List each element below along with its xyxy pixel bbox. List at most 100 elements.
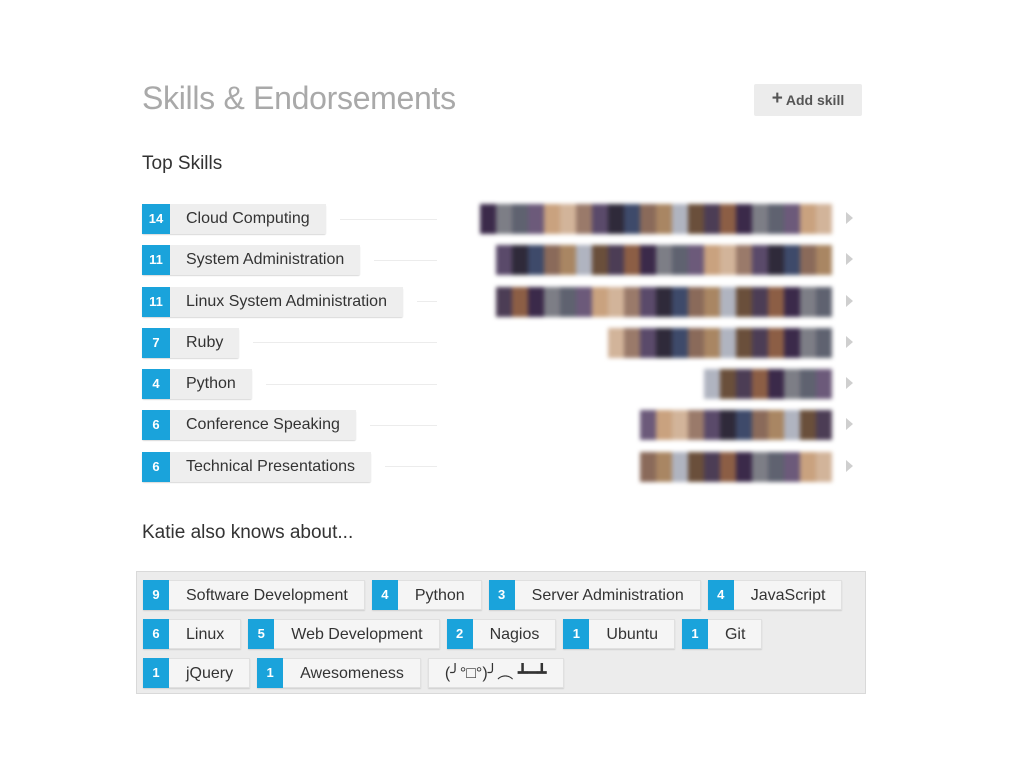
avatar[interactable] [752, 204, 768, 234]
avatar[interactable] [624, 327, 640, 358]
avatar[interactable] [816, 410, 832, 441]
avatar[interactable] [752, 245, 768, 276]
avatar[interactable] [704, 286, 720, 317]
skill-name[interactable]: Python [397, 580, 482, 610]
endorsement-count[interactable]: 11 [142, 286, 170, 317]
avatar[interactable] [608, 204, 624, 234]
avatar[interactable] [576, 286, 592, 317]
avatar[interactable] [512, 204, 528, 234]
avatar[interactable] [752, 451, 768, 482]
avatar[interactable] [640, 245, 656, 276]
skill-pill[interactable]: 11 System Administration [142, 245, 361, 276]
avatar[interactable] [736, 286, 752, 317]
avatar[interactable] [720, 286, 736, 317]
avatar[interactable] [784, 204, 800, 234]
avatar[interactable] [816, 245, 832, 276]
avatar[interactable] [656, 245, 672, 276]
avatar[interactable] [800, 286, 816, 317]
avatar[interactable] [720, 369, 736, 400]
avatar[interactable] [736, 410, 752, 441]
avatar[interactable] [560, 204, 576, 234]
avatar[interactable] [544, 245, 560, 276]
skill-tag[interactable]: 6 Linux [143, 619, 242, 649]
endorsement-count[interactable]: 3 [488, 580, 515, 610]
avatar[interactable] [752, 410, 768, 441]
avatar[interactable] [496, 204, 512, 234]
avatar[interactable] [560, 286, 576, 317]
avatar[interactable] [528, 204, 544, 234]
endorser-avatars[interactable] [640, 451, 832, 482]
skill-name[interactable]: Software Development [169, 580, 365, 610]
avatar[interactable] [576, 245, 592, 276]
avatar[interactable] [512, 245, 528, 276]
avatar[interactable] [704, 369, 720, 400]
avatar[interactable] [496, 245, 512, 276]
avatar[interactable] [784, 451, 800, 482]
avatar[interactable] [560, 245, 576, 276]
avatar[interactable] [672, 245, 688, 276]
avatar[interactable] [752, 369, 768, 400]
skill-name[interactable]: Cloud Computing [170, 204, 326, 234]
avatar[interactable] [736, 204, 752, 234]
chevron-right-icon[interactable] [846, 335, 853, 348]
avatar[interactable] [720, 451, 736, 482]
avatar[interactable] [656, 327, 672, 358]
skill-name[interactable]: Nagios [472, 619, 557, 649]
endorsement-count[interactable]: 4 [707, 580, 734, 610]
avatar[interactable] [736, 369, 752, 400]
skill-pill[interactable]: 6 Conference Speaking [142, 410, 356, 441]
endorsement-count[interactable]: 4 [142, 369, 170, 400]
skill-name[interactable]: Awesomeness [283, 658, 421, 688]
avatar[interactable] [640, 410, 656, 441]
skill-tag[interactable]: 1 Git [681, 619, 763, 649]
avatar[interactable] [768, 410, 784, 441]
skill-name[interactable]: (╯°□°)╯︵ ┻━┻ [427, 658, 564, 688]
endorsement-count[interactable]: 14 [142, 204, 170, 234]
skill-name[interactable]: jQuery [169, 658, 251, 688]
avatar[interactable] [688, 451, 704, 482]
avatar[interactable] [624, 286, 640, 317]
avatar[interactable] [704, 410, 720, 441]
avatar[interactable] [544, 286, 560, 317]
endorsement-count[interactable]: 6 [142, 451, 170, 482]
skill-name[interactable]: System Administration [170, 245, 361, 276]
skill-pill[interactable]: 6 Technical Presentations [142, 451, 371, 482]
skill-tag[interactable]: (╯°□°)╯︵ ┻━┻ [427, 658, 564, 688]
avatar[interactable] [784, 327, 800, 358]
avatar[interactable] [768, 369, 784, 400]
skill-name[interactable]: Web Development [274, 619, 440, 649]
skill-tag[interactable]: 4 Python [371, 580, 482, 610]
avatar[interactable] [800, 327, 816, 358]
avatar[interactable] [720, 204, 736, 234]
endorser-avatars[interactable] [496, 286, 832, 317]
skill-name[interactable]: Server Administration [514, 580, 701, 610]
endorsement-count[interactable]: 4 [371, 580, 398, 610]
avatar[interactable] [608, 327, 624, 358]
avatar[interactable] [720, 245, 736, 276]
avatar[interactable] [736, 245, 752, 276]
avatar[interactable] [704, 451, 720, 482]
chevron-right-icon[interactable] [846, 377, 853, 390]
avatar[interactable] [608, 245, 624, 276]
avatar[interactable] [656, 286, 672, 317]
avatar[interactable] [784, 410, 800, 441]
avatar[interactable] [768, 327, 784, 358]
endorser-avatars[interactable] [608, 327, 832, 358]
skill-tag[interactable]: 1 Ubuntu [563, 619, 675, 649]
avatar[interactable] [784, 369, 800, 400]
skill-tag[interactable]: 9 Software Development [143, 580, 365, 610]
chevron-right-icon[interactable] [846, 418, 853, 431]
avatar[interactable] [688, 327, 704, 358]
avatar[interactable] [528, 245, 544, 276]
endorser-avatars[interactable] [480, 204, 832, 234]
avatar[interactable] [800, 204, 816, 234]
skill-name[interactable]: Technical Presentations [170, 451, 371, 482]
skill-pill[interactable]: 7 Ruby [142, 327, 240, 358]
endorsement-count[interactable]: 2 [446, 619, 473, 649]
avatar[interactable] [480, 204, 496, 234]
endorsement-count[interactable]: 6 [143, 619, 169, 649]
avatar[interactable] [688, 410, 704, 441]
avatar[interactable] [800, 451, 816, 482]
chevron-right-icon[interactable] [846, 294, 853, 307]
avatar[interactable] [720, 410, 736, 441]
